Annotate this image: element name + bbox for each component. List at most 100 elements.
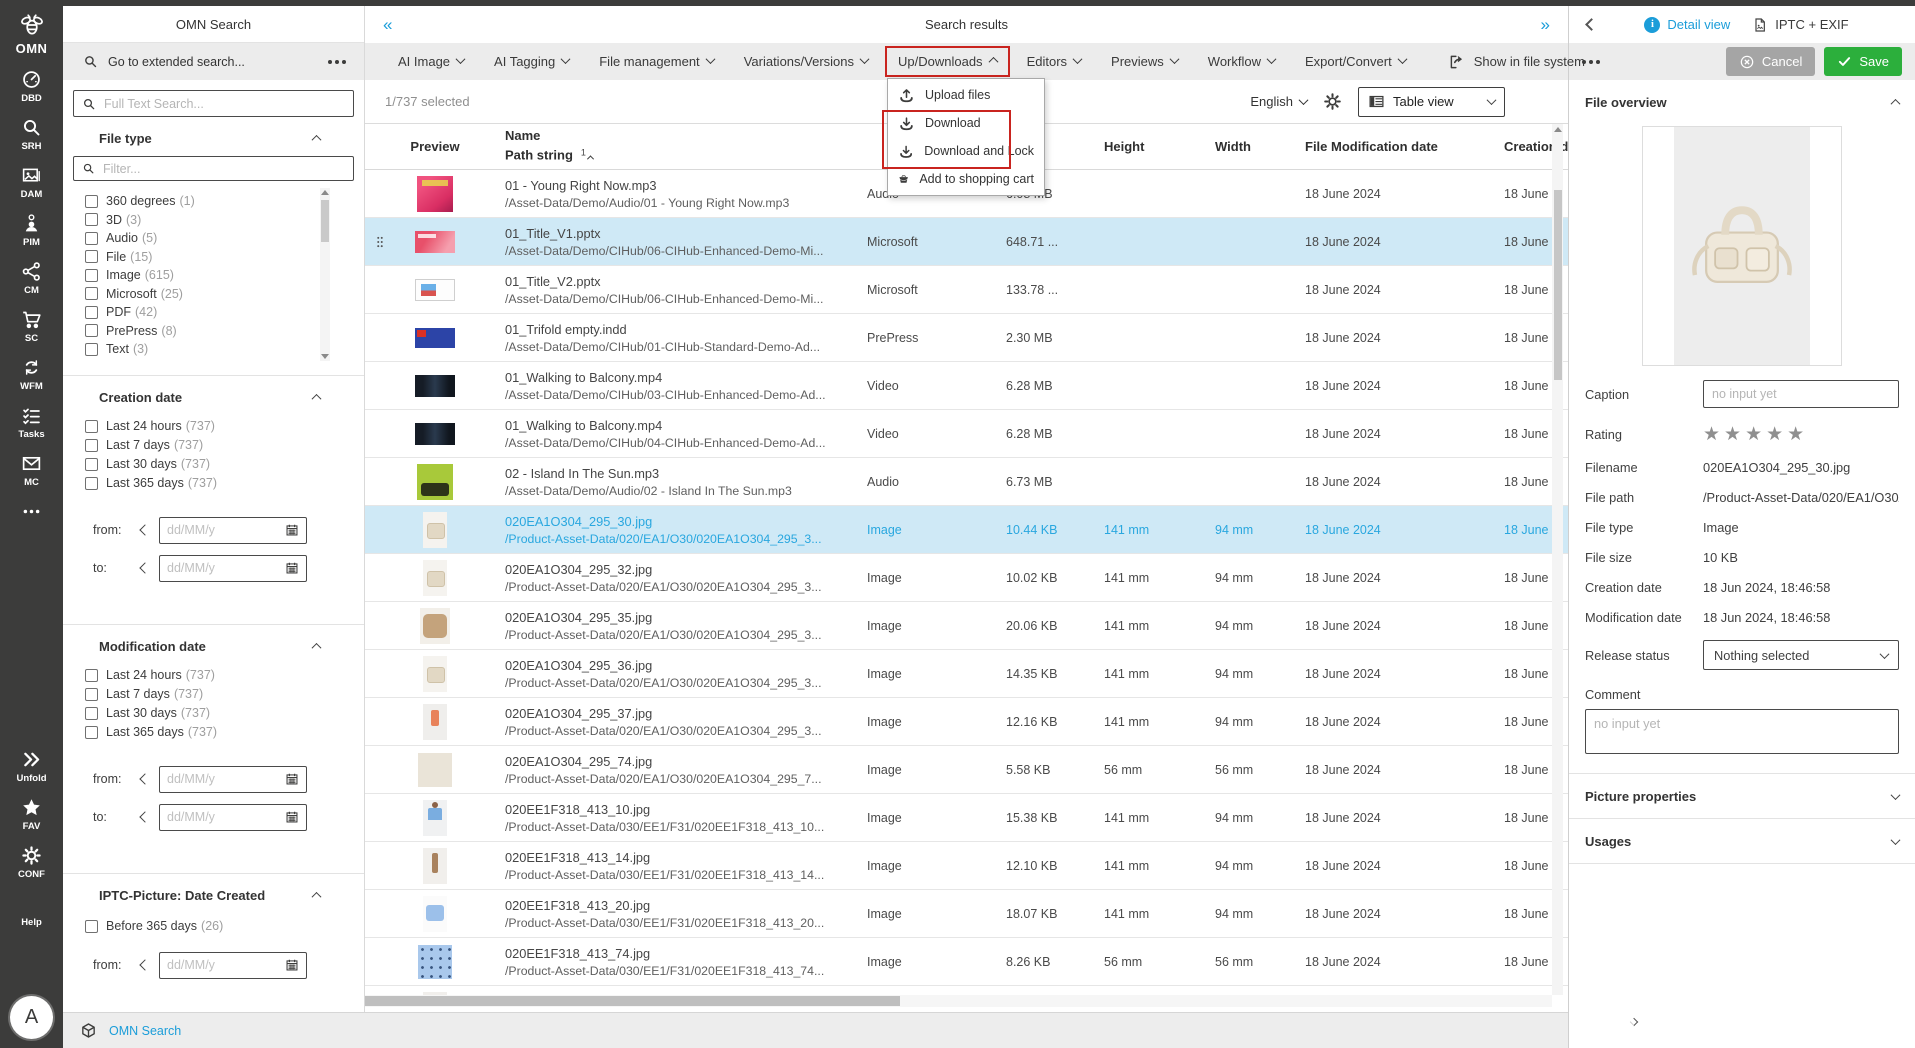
- column-header-preview[interactable]: Preview: [365, 124, 505, 169]
- menu-ai-image[interactable]: AI Image: [383, 43, 479, 80]
- table-row[interactable]: 020EE1F318_413_20.jpg /Product-Asset-Dat…: [365, 890, 1568, 938]
- prev-date-icon[interactable]: [139, 811, 150, 822]
- preview-thumbnail[interactable]: [423, 896, 447, 932]
- checkbox[interactable]: [85, 439, 98, 452]
- preview-thumbnail[interactable]: [415, 375, 455, 397]
- collapse-icon[interactable]: [312, 642, 322, 652]
- checkbox[interactable]: [85, 269, 98, 282]
- dropdown-menu-item[interactable]: Upload files: [888, 81, 1044, 109]
- preview-thumbnail[interactable]: [423, 560, 447, 596]
- rail-module-item[interactable]: SC: [21, 309, 42, 344]
- picture-properties-section-header[interactable]: Picture properties: [1585, 774, 1899, 818]
- modification-date-option[interactable]: Last 24 hours (737): [85, 666, 364, 685]
- checkbox[interactable]: [85, 688, 98, 701]
- rail-module-item[interactable]: MC: [21, 453, 42, 488]
- breadcrumb-root-link[interactable]: OMN Search: [109, 1024, 181, 1038]
- column-header-name-path[interactable]: Name Path string1: [505, 127, 867, 165]
- section-header-file-type[interactable]: File type: [63, 131, 364, 146]
- creation-date-option[interactable]: Last 24 hours (737): [85, 417, 364, 436]
- section-header-modification-date[interactable]: Modification date: [63, 639, 364, 654]
- creation-date-option[interactable]: Last 30 days (737): [85, 455, 364, 474]
- language-select[interactable]: English: [1250, 94, 1307, 109]
- rail-module-item[interactable]: Tasks: [18, 405, 44, 440]
- modification-date-option[interactable]: Last 365 days (737): [85, 723, 364, 742]
- modification-to-date-input[interactable]: [167, 810, 259, 824]
- checkbox[interactable]: [85, 458, 98, 471]
- table-row[interactable]: 01_Title_V2.pptx /Asset-Data/Demo/CIHub/…: [365, 266, 1568, 314]
- dropdown-menu-item[interactable]: Add to shopping cart: [888, 165, 1044, 193]
- table-row[interactable]: 020EA1O304_295_35.jpg /Product-Asset-Dat…: [365, 602, 1568, 650]
- menu-previews[interactable]: Previews: [1096, 43, 1193, 80]
- table-row[interactable]: 020EE1F318_413_10.jpg /Product-Asset-Dat…: [365, 794, 1568, 842]
- preview-thumbnail[interactable]: [418, 753, 452, 787]
- preview-thumbnail[interactable]: [415, 231, 455, 253]
- checkbox[interactable]: [85, 250, 98, 263]
- modification-date-option[interactable]: Last 30 days (737): [85, 704, 364, 723]
- table-vertical-scrollbar[interactable]: [1552, 124, 1563, 995]
- column-header-mod-date[interactable]: File Modification date: [1305, 139, 1504, 154]
- comment-textarea[interactable]: [1585, 709, 1899, 754]
- rail-module-item[interactable]: [21, 501, 42, 525]
- tab-iptc-exif[interactable]: IPTC + EXIF: [1752, 17, 1848, 33]
- modification-from-date-input[interactable]: [167, 772, 259, 786]
- iptc-from-date-input[interactable]: [167, 958, 259, 972]
- column-header-height[interactable]: Height: [1104, 139, 1215, 154]
- checkbox[interactable]: [85, 726, 98, 739]
- table-row[interactable]: 01_Trifold empty.indd /Asset-Data/Demo/C…: [365, 314, 1568, 362]
- collapse-icon[interactable]: [1891, 98, 1901, 108]
- creation-from-date-input[interactable]: [167, 523, 259, 537]
- rail-module-item[interactable]: DAM: [21, 165, 43, 200]
- rail-lower-item[interactable]: CONF: [18, 845, 45, 880]
- prev-date-icon[interactable]: [139, 524, 150, 535]
- section-header-creation-date[interactable]: Creation date: [63, 390, 364, 405]
- checkbox[interactable]: [85, 343, 98, 356]
- preview-thumbnail[interactable]: [420, 608, 450, 644]
- rating-stars[interactable]: ★★★★★: [1703, 423, 1899, 445]
- checkbox[interactable]: [85, 232, 98, 245]
- save-button[interactable]: Save: [1824, 47, 1902, 76]
- rail-logo[interactable]: OMN: [16, 12, 48, 56]
- preview-thumbnail[interactable]: [423, 656, 447, 692]
- rail-lower-item[interactable]: Help: [21, 893, 42, 928]
- checkbox[interactable]: [85, 287, 98, 300]
- checkbox[interactable]: [85, 477, 98, 490]
- modification-date-option[interactable]: Last 7 days (737): [85, 685, 364, 704]
- rail-module-item[interactable]: CM: [21, 261, 42, 296]
- dropdown-menu-item[interactable]: Download and Lock: [888, 137, 1044, 165]
- rail-module-item[interactable]: PIM: [21, 213, 42, 248]
- preview-thumbnail[interactable]: [418, 945, 452, 979]
- rail-module-item[interactable]: DBD: [21, 69, 42, 104]
- release-status-select[interactable]: Nothing selected: [1703, 640, 1899, 670]
- checkbox[interactable]: [85, 324, 98, 337]
- calendar-icon[interactable]: [285, 523, 299, 537]
- creation-date-option[interactable]: Last 365 days (737): [85, 474, 364, 493]
- iptc-date-option[interactable]: Before 365 days (26): [85, 917, 364, 936]
- preview-thumbnail[interactable]: [417, 176, 453, 212]
- table-horizontal-scrollbar[interactable]: [365, 995, 1552, 1007]
- preview-thumbnail[interactable]: [417, 464, 453, 500]
- menu-editors[interactable]: Editors: [1012, 43, 1096, 80]
- menu-ai-tagging[interactable]: AI Tagging: [479, 43, 584, 80]
- table-row[interactable]: 01_Walking to Balcony.mp4 /Asset-Data/De…: [365, 362, 1568, 410]
- checkbox[interactable]: [85, 306, 98, 319]
- drag-handle-icon[interactable]: [373, 233, 387, 251]
- table-row[interactable]: 02 - Island In The Sun.mp3 /Asset-Data/D…: [365, 458, 1568, 506]
- checkbox[interactable]: [85, 707, 98, 720]
- preview-thumbnail[interactable]: [423, 848, 447, 884]
- table-row[interactable]: 020EE1F318_413_14.jpg /Product-Asset-Dat…: [365, 842, 1568, 890]
- collapse-icon[interactable]: [312, 393, 322, 403]
- table-row[interactable]: 020EA1O304_295_74.jpg /Product-Asset-Dat…: [365, 746, 1568, 794]
- preview-thumbnail[interactable]: [415, 328, 455, 348]
- show-in-file-system-button[interactable]: Show in file system: [1433, 53, 1600, 71]
- rail-lower-item[interactable]: FAV: [21, 797, 42, 832]
- section-header-iptc-date[interactable]: IPTC-Picture: Date Created: [63, 888, 364, 903]
- checkbox[interactable]: [85, 669, 98, 682]
- preview-thumbnail[interactable]: [423, 512, 447, 548]
- preview-thumbnail[interactable]: [423, 800, 447, 836]
- calendar-icon[interactable]: [285, 561, 299, 575]
- menu-up-downloads[interactable]: Up/Downloads Upload files Download: [883, 43, 1012, 80]
- collapse-icon[interactable]: [312, 891, 322, 901]
- table-row[interactable]: 020EA1O304_295_36.jpg /Product-Asset-Dat…: [365, 650, 1568, 698]
- view-mode-select[interactable]: Table view: [1358, 87, 1505, 117]
- filetype-list-scrollbar[interactable]: [320, 188, 330, 361]
